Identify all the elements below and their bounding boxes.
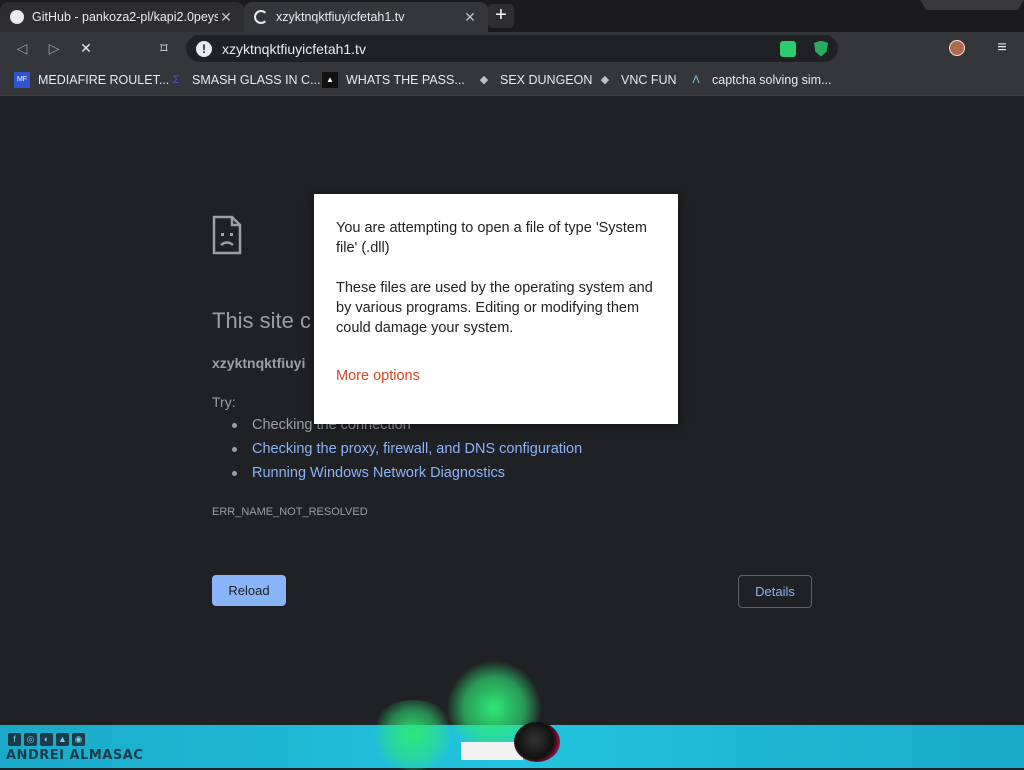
instagram-icon: ◎	[24, 733, 37, 746]
bookmark-icon[interactable]: ⌑	[154, 38, 174, 58]
cursor-orb	[514, 722, 560, 762]
discord-icon: ◐	[40, 733, 53, 746]
app-icon: ◆	[479, 74, 489, 86]
bookmark-label: VNC FUN	[621, 73, 677, 87]
suggestion-text[interactable]: Running Windows Network Diagnostics	[252, 465, 505, 481]
back-icon[interactable]: ◁	[12, 38, 32, 58]
terminal-icon: ▲	[322, 72, 338, 88]
suggestion-link-proxy[interactable]: Checking the proxy, firewall, and DNS co…	[232, 441, 582, 457]
github-icon	[10, 10, 24, 24]
dialog-message: You are attempting to open a file of typ…	[336, 220, 647, 256]
twitter-icon: ◉	[72, 733, 85, 746]
address-bar[interactable]: ! xzyktnqktfiuyicfetah1.tv	[186, 35, 838, 62]
bookmark-item[interactable]: Σ SMASH GLASS IN C...	[168, 70, 321, 90]
watermark-brand: ANDREI ALMASAC	[6, 748, 144, 763]
suggestion-text[interactable]: Checking the proxy, firewall, and DNS co…	[252, 441, 582, 457]
try-label: Try:	[212, 394, 236, 410]
forward-icon[interactable]: ▷	[44, 38, 64, 58]
error-title: This site c	[212, 308, 312, 333]
more-options-link[interactable]: More options	[336, 368, 420, 384]
tab-current[interactable]: xzyktnqktfiuyicfetah1.tv ✕	[244, 2, 488, 32]
sad-page-icon	[212, 215, 242, 255]
suggestion-link-diagnostics[interactable]: Running Windows Network Diagnostics	[232, 465, 505, 481]
app-icon: ◆	[600, 74, 610, 86]
window-controls	[920, 0, 1024, 10]
bookmark-label: SMASH GLASS IN C...	[192, 73, 321, 87]
menu-icon[interactable]: ≡	[994, 38, 1010, 58]
triangle-icon: ▲	[56, 733, 69, 746]
shield-icon[interactable]	[814, 40, 828, 57]
details-button[interactable]: Details	[738, 575, 812, 608]
file-type-dialog: You are attempting to open a file of typ…	[314, 194, 678, 424]
tab-github[interactable]: GitHub - pankoza2-pl/kapi2.0peys ✕	[0, 2, 244, 32]
toolbar: ◁ ▷ ✕ ⌑ ! xzyktnqktfiuyicfetah1.tv ≡	[0, 32, 1024, 64]
stop-loading-icon[interactable]: ✕	[76, 38, 96, 58]
tab-title: xzyktnqktfiuyicfetah1.tv	[276, 10, 405, 24]
bookmark-item[interactable]: Λ captcha solving sim...	[688, 70, 832, 90]
bookmark-item[interactable]: ◆ SEX DUNGEON	[476, 70, 593, 90]
mediafire-icon: MF	[14, 72, 30, 88]
close-icon[interactable]: ✕	[462, 9, 478, 26]
extension-icon[interactable]	[780, 40, 796, 57]
site-info-icon[interactable]: !	[196, 40, 212, 57]
bookmark-label: captcha solving sim...	[712, 73, 832, 87]
bookmark-item[interactable]: ▲ WHATS THE PASS...	[322, 70, 465, 90]
bullet	[232, 446, 237, 452]
bullet	[232, 422, 237, 428]
bookmark-label: SEX DUNGEON	[500, 73, 593, 87]
tab-title: GitHub - pankoza2-pl/kapi2.0peys	[32, 10, 218, 24]
green-glow	[368, 700, 458, 770]
url-text: xzyktnqktfiuyicfetah1.tv	[222, 40, 366, 57]
social-icons: f ◎ ◐ ▲ ◉	[8, 733, 85, 746]
new-tab-button[interactable]: +	[488, 4, 514, 28]
sigma-icon: Σ	[172, 74, 180, 86]
reload-button[interactable]: Reload	[212, 575, 286, 606]
dialog-warning: These files are used by the operating sy…	[336, 280, 653, 336]
bookmark-item[interactable]: ◆ VNC FUN	[597, 70, 677, 90]
bookmark-label: WHATS THE PASS...	[346, 73, 465, 87]
close-icon[interactable]: ✕	[218, 9, 234, 26]
bookmarks-bar: MF MEDIAFIRE ROULET... Σ SMASH GLASS IN …	[0, 64, 1024, 96]
tab-strip: GitHub - pankoza2-pl/kapi2.0peys ✕ xzykt…	[0, 0, 1024, 32]
error-code: ERR_NAME_NOT_RESOLVED	[212, 506, 368, 518]
loading-spinner-icon	[254, 10, 268, 24]
bullet	[232, 470, 237, 476]
bookmark-item[interactable]: MF MEDIAFIRE ROULET...	[14, 70, 169, 90]
facebook-icon: f	[8, 733, 21, 746]
error-host: xzyktnqktfiuyi	[212, 355, 306, 371]
avatar[interactable]	[949, 40, 965, 56]
bookmark-label: MEDIAFIRE ROULET...	[38, 73, 170, 87]
captcha-icon: Λ	[692, 74, 700, 86]
